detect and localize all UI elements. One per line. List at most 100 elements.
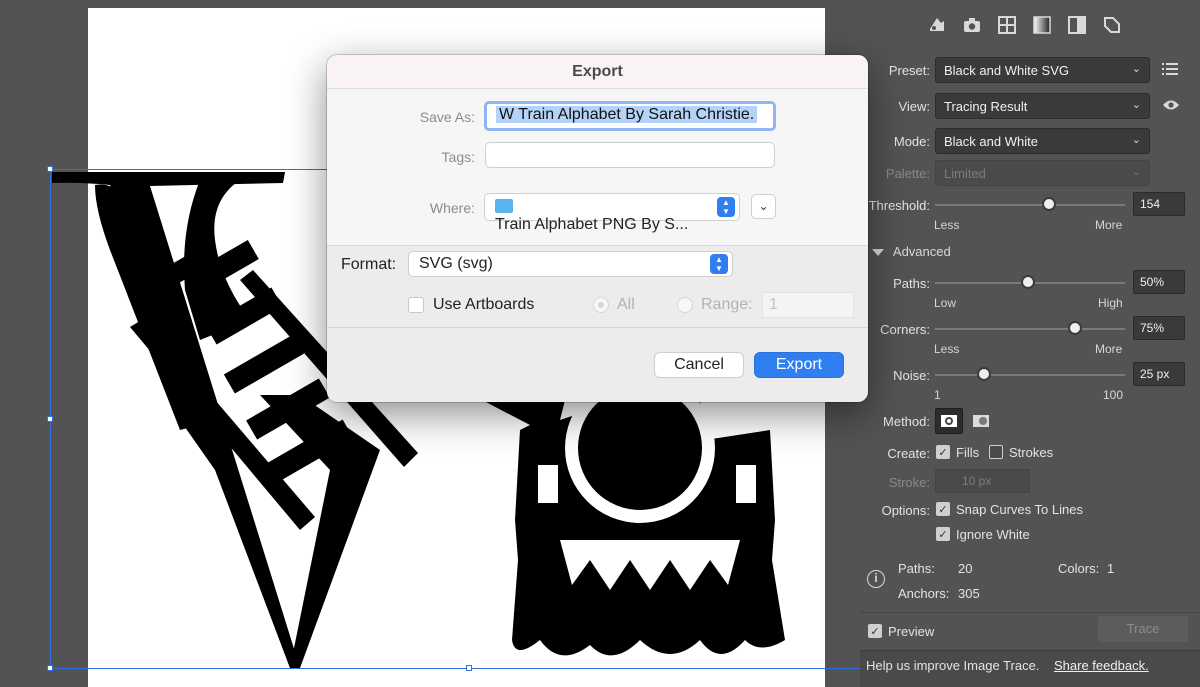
threshold-max-label: More: [1095, 218, 1123, 232]
advanced-toggle[interactable]: Advanced: [872, 244, 951, 259]
preview-checkbox[interactable]: ✓: [868, 624, 882, 638]
corners-slider-thumb[interactable]: [1068, 321, 1082, 335]
eye-icon[interactable]: [1162, 99, 1180, 114]
use-artboards-checkbox[interactable]: [408, 297, 424, 313]
format-select[interactable]: SVG (svg) ▲ ▼: [408, 251, 733, 277]
mode-value: Black and White: [944, 134, 1038, 149]
paths-min-label: Low: [934, 296, 957, 310]
panel-divider: [860, 612, 1200, 613]
stroke-value: 10 px: [962, 474, 992, 488]
gradient-icon[interactable]: [1031, 14, 1053, 36]
where-value: Train Alphabet PNG By S...: [495, 216, 689, 233]
chevron-down-icon: ⌄: [1131, 99, 1141, 111]
help-text: Help us improve Image Trace.: [866, 658, 1040, 673]
stroke-label: Stroke:: [888, 475, 930, 490]
grid-icon[interactable]: [996, 14, 1018, 36]
method-overlapping-button[interactable]: [967, 408, 995, 434]
noise-label: Noise:: [893, 368, 930, 383]
noise-slider-thumb[interactable]: [977, 367, 991, 381]
stepper-icon: ▲ ▼: [710, 254, 728, 274]
snap-curves-checkbox[interactable]: ✓: [936, 502, 950, 516]
folder-icon: [495, 199, 513, 213]
auto-color-icon[interactable]: [926, 14, 948, 36]
noise-slider-track[interactable]: [935, 374, 1125, 376]
share-feedback-link[interactable]: Share feedback.: [1054, 658, 1149, 673]
dialog-title-bar[interactable]: Export: [327, 55, 868, 89]
half-square-icon[interactable]: [1066, 14, 1088, 36]
stroke-stepper: 10 px: [935, 469, 1030, 493]
format-value: SVG (svg): [419, 255, 493, 272]
strokes-label: Strokes: [1009, 445, 1054, 460]
trace-button[interactable]: Trace: [1098, 616, 1188, 642]
info-paths-value: 20: [958, 561, 973, 576]
mode-select[interactable]: Black and White ⌄: [935, 128, 1150, 154]
corners-max-label: More: [1095, 342, 1123, 356]
view-select[interactable]: Tracing Result ⌄: [935, 93, 1150, 119]
fills-checkbox[interactable]: ✓: [936, 445, 950, 459]
corners-min-label: Less: [934, 342, 960, 356]
selection-handle-mid-left[interactable]: [47, 416, 53, 422]
info-anchors-label: Anchors:: [898, 586, 950, 601]
noise-max-label: 100: [1103, 388, 1124, 402]
chevron-down-icon: ⌄: [1131, 134, 1141, 146]
dialog-title: Export: [572, 63, 623, 80]
use-artboards-label: Use Artboards: [433, 296, 535, 313]
paths-input[interactable]: 50%: [1133, 270, 1185, 294]
save-as-field[interactable]: W Train Alphabet By Sarah Christie.: [484, 101, 776, 131]
shape-icon[interactable]: [1101, 14, 1123, 36]
cancel-button[interactable]: Cancel: [654, 352, 744, 378]
create-label: Create:: [887, 446, 930, 461]
mode-label: Mode:: [893, 134, 930, 149]
paths-label: Paths:: [893, 276, 930, 291]
method-abutting-button[interactable]: [935, 408, 963, 434]
info-paths-label: Paths:: [898, 561, 935, 576]
corners-slider-track[interactable]: [935, 328, 1125, 330]
image-trace-panel: Preset: Black and White SVG ⌄ View: Trac…: [860, 0, 1200, 687]
threshold-label: Threshold:: [868, 198, 930, 213]
camera-icon[interactable]: [961, 14, 983, 36]
range-radio: [677, 297, 693, 313]
chevron-down-icon: ⌄: [758, 199, 769, 213]
threshold-slider-track[interactable]: [935, 204, 1125, 206]
format-label: Format:: [341, 256, 397, 273]
tags-label: Tags:: [441, 149, 475, 165]
all-radio: [593, 297, 609, 313]
paths-slider-thumb[interactable]: [1021, 275, 1035, 289]
where-select[interactable]: Train Alphabet PNG By S... ▲ ▼: [484, 193, 740, 233]
noise-min-label: 1: [934, 388, 941, 402]
selection-handle-top-left[interactable]: [47, 166, 53, 172]
selection-handle-bottom-left[interactable]: [47, 665, 53, 671]
threshold-slider-thumb[interactable]: [1042, 197, 1056, 211]
preset-select[interactable]: Black and White SVG ⌄: [935, 57, 1150, 83]
selection-handle-bottom-mid[interactable]: [466, 665, 472, 671]
view-value: Tracing Result: [944, 99, 1028, 114]
list-icon[interactable]: [1162, 62, 1178, 79]
export-dialog: Export Save As: W Train Alphabet By Sara…: [327, 55, 868, 402]
save-as-value: W Train Alphabet By Sarah Christie.: [496, 106, 758, 123]
palette-select: Limited ⌄: [935, 160, 1150, 186]
expand-button[interactable]: ⌄: [751, 194, 776, 219]
info-colors-value: 1: [1107, 561, 1115, 576]
view-label: View:: [898, 99, 930, 114]
train-front-shape: [482, 373, 785, 656]
corners-input[interactable]: 75%: [1133, 316, 1185, 340]
info-icon: i: [867, 570, 885, 588]
triangle-down-icon: [872, 249, 884, 256]
strokes-checkbox[interactable]: [989, 445, 1003, 459]
preview-label: Preview: [888, 624, 935, 639]
export-button[interactable]: Export: [754, 352, 844, 378]
preset-value: Black and White SVG: [944, 63, 1069, 78]
noise-input[interactable]: 25 px: [1133, 362, 1185, 386]
preset-label: Preset:: [888, 63, 930, 78]
ignore-white-checkbox[interactable]: ✓: [936, 527, 950, 541]
range-label: Range:: [701, 296, 753, 313]
tags-field[interactable]: [485, 142, 775, 168]
palette-label: Palette:: [885, 166, 930, 181]
where-label: Where:: [429, 200, 475, 216]
selection-bottom-edge: [50, 668, 860, 669]
method-label: Method:: [883, 414, 930, 429]
ignore-white-label: Ignore White: [956, 527, 1030, 542]
threshold-input[interactable]: 154: [1133, 192, 1185, 216]
snap-curves-label: Snap Curves To Lines: [956, 502, 1083, 517]
save-as-label: Save As:: [419, 109, 475, 125]
